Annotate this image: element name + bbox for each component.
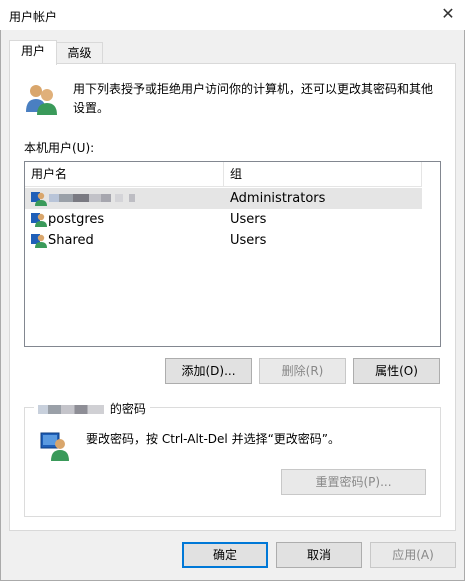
username-cell: Shared: [48, 233, 94, 248]
properties-button[interactable]: 属性(O): [353, 358, 440, 384]
intro-description: 用下列表授予或拒绝用户访问你的计算机，还可以更改其密码和其他设置。: [73, 82, 434, 115]
ok-button[interactable]: 确定: [182, 542, 268, 568]
users-group-icon: [26, 85, 57, 115]
user-icon: [31, 234, 47, 248]
close-icon[interactable]: ✕: [438, 4, 458, 24]
password-section-title: 的密码: [34, 400, 150, 416]
obscured-username: [38, 405, 104, 414]
user-icon: [31, 192, 47, 206]
obscured-username: [49, 188, 149, 209]
table-row[interactable]: Shared Users: [25, 230, 422, 251]
table-row[interactable]: postgres Users: [25, 209, 422, 230]
user-monitor-icon: [40, 432, 69, 461]
cancel-button[interactable]: 取消: [276, 542, 362, 568]
table-row[interactable]: Administrators: [25, 188, 422, 209]
user-icon: [31, 213, 47, 227]
password-groupbox: [24, 407, 441, 517]
group-cell: Users: [230, 212, 267, 227]
apply-button[interactable]: 应用(A): [370, 542, 456, 568]
password-instructions: 要改密码，按 Ctrl-Alt-Del 并选择“更改密码”。: [86, 432, 341, 446]
group-cell: Users: [230, 233, 267, 248]
username-cell: postgres: [48, 212, 105, 227]
column-header-group[interactable]: 组: [224, 162, 422, 187]
remove-user-button[interactable]: 删除(R): [259, 358, 346, 384]
reset-password-button[interactable]: 重置密码(P)...: [281, 469, 426, 495]
local-users-label: 本机用户(U):: [24, 141, 95, 155]
users-list[interactable]: 用户名 组 Administrators postgres Users Shar…: [24, 161, 441, 347]
title-bar: 用户帐户 ✕: [0, 0, 465, 30]
window-title: 用户帐户: [9, 10, 58, 24]
group-cell: Administrators: [230, 191, 326, 206]
add-user-button[interactable]: 添加(D)...: [165, 358, 252, 384]
tab-users[interactable]: 用户: [9, 40, 57, 65]
tab-advanced[interactable]: 高级: [56, 42, 103, 64]
password-section-suffix: 的密码: [109, 402, 146, 416]
column-header-username[interactable]: 用户名: [25, 162, 224, 187]
